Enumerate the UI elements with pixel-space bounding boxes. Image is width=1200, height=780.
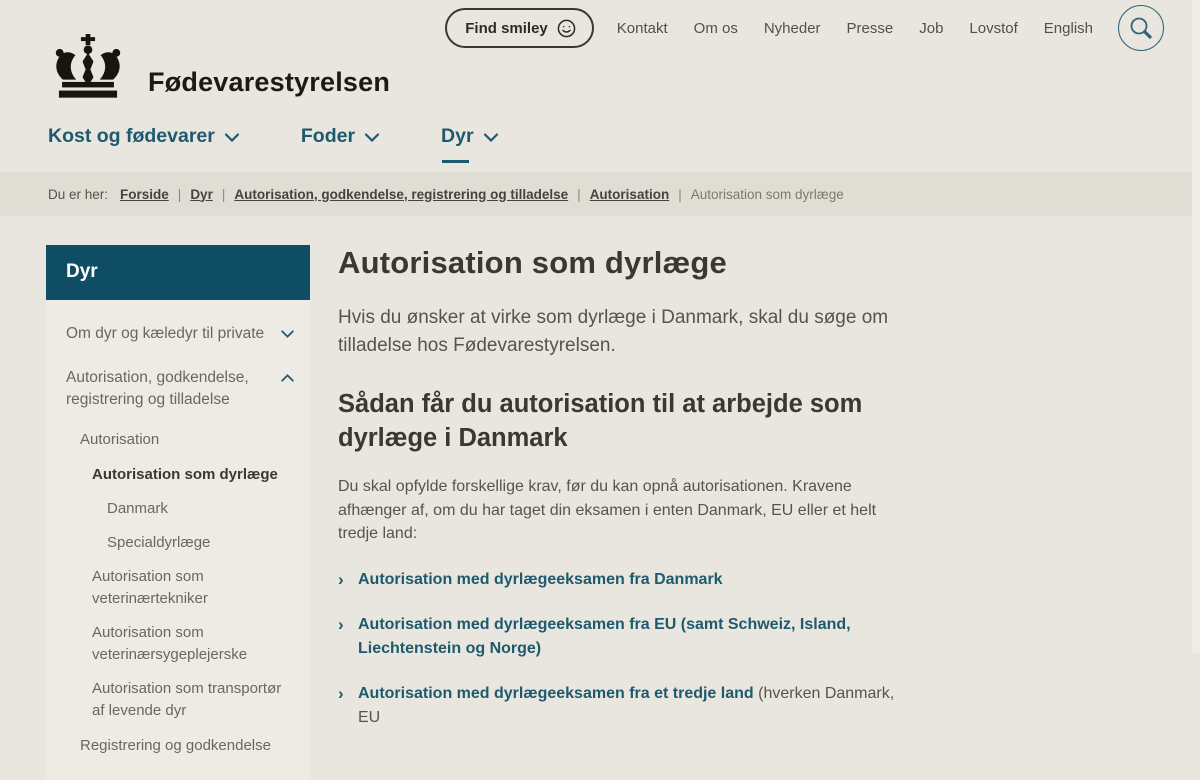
- header-link-om-os[interactable]: Om os: [681, 20, 751, 37]
- intro-text: Hvis du ønsker at virke som dyrlæge i Da…: [338, 307, 889, 356]
- breadcrumb-link-autorisation[interactable]: Autorisation: [590, 187, 670, 202]
- arrow-right-icon: ›: [338, 614, 344, 634]
- site-header: Fødevarestyrelsen Find smiley Kontakt Om…: [0, 0, 1200, 100]
- sidebar-item-om-dyr-og-kaeledyr[interactable]: Om dyr og kæledyr til private: [46, 312, 310, 356]
- chevron-up-icon: [281, 374, 294, 382]
- sidebar-item-autorisation-som-dyrlaege[interactable]: Autorisation som dyrlæge: [46, 458, 310, 492]
- breadcrumb-link-forside[interactable]: Forside: [120, 187, 169, 202]
- sidebar-item-label: Autorisation, godkendelse, registrering …: [66, 369, 249, 408]
- brand-logo[interactable]: Fødevarestyrelsen: [48, 8, 390, 100]
- header-link-job[interactable]: Job: [906, 20, 956, 37]
- mainnav-label: Kost og fødevarer: [48, 124, 215, 147]
- mainnav-foder[interactable]: Foder: [300, 124, 380, 148]
- sidebar: Dyr Om dyr og kæledyr til private Autori…: [46, 245, 310, 780]
- link-autorisation-danmark[interactable]: Autorisation med dyrlægeeksamen fra Danm…: [358, 571, 723, 588]
- page-edge: [1192, 0, 1200, 653]
- sidebar-item-veterinaertekniker[interactable]: Autorisation som veterinærtekniker: [46, 560, 310, 616]
- header-link-presse[interactable]: Presse: [834, 20, 907, 37]
- link-autorisation-tredje-land[interactable]: Autorisation med dyrlægeeksamen fra et t…: [358, 685, 754, 702]
- sidebar-item-transportoer-levende-dyr[interactable]: Autorisation som transportør af levende …: [46, 672, 310, 728]
- header-nav: Kontakt Om os Nyheder Presse Job Lovstof…: [604, 20, 1106, 37]
- sidebar-item-autorisation[interactable]: Autorisation: [46, 422, 310, 458]
- sidebar-title: Dyr: [46, 245, 310, 300]
- main-content: Autorisation som dyrlæge Hvis du ønsker …: [338, 245, 904, 751]
- search-icon: [1130, 17, 1153, 40]
- mainnav-kost-og-fodevarer[interactable]: Kost og fødevarer: [48, 125, 239, 148]
- content-area: Dyr Om dyr og kæledyr til private Autori…: [0, 216, 1200, 780]
- breadcrumb-link-dyr[interactable]: Dyr: [190, 187, 213, 202]
- header-utilities: Find smiley Kontakt Om os Nyheder Presse…: [445, 5, 1164, 51]
- breadcrumb-separator: |: [678, 186, 682, 202]
- section-heading: Sådan får du autorisation til at arbejde…: [338, 390, 863, 452]
- arrow-right-icon: ›: [338, 569, 344, 589]
- header-link-english[interactable]: English: [1031, 20, 1106, 37]
- header-link-lovstof[interactable]: Lovstof: [956, 20, 1030, 37]
- smiley-icon: [557, 19, 576, 37]
- sidebar-item-autorisation-godkendelse[interactable]: Autorisation, godkendelse, registrering …: [46, 356, 310, 422]
- breadcrumb-separator: |: [177, 186, 182, 202]
- mainnav-label: Dyr: [441, 124, 474, 147]
- breadcrumb-current: Autorisation som dyrlæge: [690, 186, 844, 202]
- sidebar-item-specialdyrlaege[interactable]: Specialdyrlæge: [46, 526, 310, 560]
- body-paragraph: Du skal opfylde forskellige krav, før du…: [338, 478, 877, 542]
- sidebar-menu: Om dyr og kæledyr til private Autorisati…: [46, 300, 310, 780]
- sidebar-item-danmark[interactable]: Danmark: [46, 492, 310, 526]
- list-item: › Autorisation med dyrlægeeksamen fra EU…: [338, 613, 904, 661]
- find-smiley-label: Find smiley: [465, 19, 548, 37]
- list-item: › Autorisation med dyrlægeeksamen fra Da…: [338, 568, 904, 592]
- chevron-down-icon: [365, 133, 380, 142]
- sidebar-item-registrering-og-godkendelse[interactable]: Registrering og godkendelse: [46, 728, 310, 764]
- sidebar-item-label: Om dyr og kæledyr til private: [66, 325, 265, 342]
- brand-name: Fødevarestyrelsen: [148, 67, 391, 97]
- main-navigation: Kost og fødevarer Foder Dyr: [0, 100, 1200, 172]
- find-smiley-button[interactable]: Find smiley: [445, 8, 594, 48]
- header-link-kontakt[interactable]: Kontakt: [604, 20, 681, 37]
- chevron-down-icon: [224, 133, 239, 142]
- chevron-down-icon: [281, 330, 294, 338]
- chevron-down-icon: [483, 133, 498, 142]
- link-autorisation-eu[interactable]: Autorisation med dyrlægeeksamen fra EU (…: [358, 616, 851, 657]
- breadcrumb-link-autorisation-godkendelse[interactable]: Autorisation, godkendelse, registrering …: [234, 187, 568, 202]
- breadcrumb-separator: |: [221, 186, 226, 202]
- mainnav-dyr[interactable]: Dyr: [441, 124, 498, 163]
- breadcrumb-prefix: Du er her:: [48, 186, 109, 202]
- list-item: › Autorisation med dyrlægeeksamen fra et…: [338, 682, 904, 730]
- header-link-nyheder[interactable]: Nyheder: [751, 20, 834, 37]
- link-list: › Autorisation med dyrlægeeksamen fra Da…: [338, 568, 904, 730]
- crown-icon: [55, 34, 121, 98]
- breadcrumb-separator: |: [577, 186, 581, 202]
- page-title: Autorisation som dyrlæge: [338, 245, 727, 280]
- mainnav-label: Foder: [300, 124, 356, 147]
- sidebar-item-veterinaersygeplejerske[interactable]: Autorisation som veterinærsygeplejerske: [46, 616, 310, 672]
- search-button[interactable]: [1118, 5, 1164, 51]
- breadcrumb: Du er her: Forside | Dyr | Autorisation,…: [0, 172, 1200, 216]
- arrow-right-icon: ›: [338, 683, 344, 703]
